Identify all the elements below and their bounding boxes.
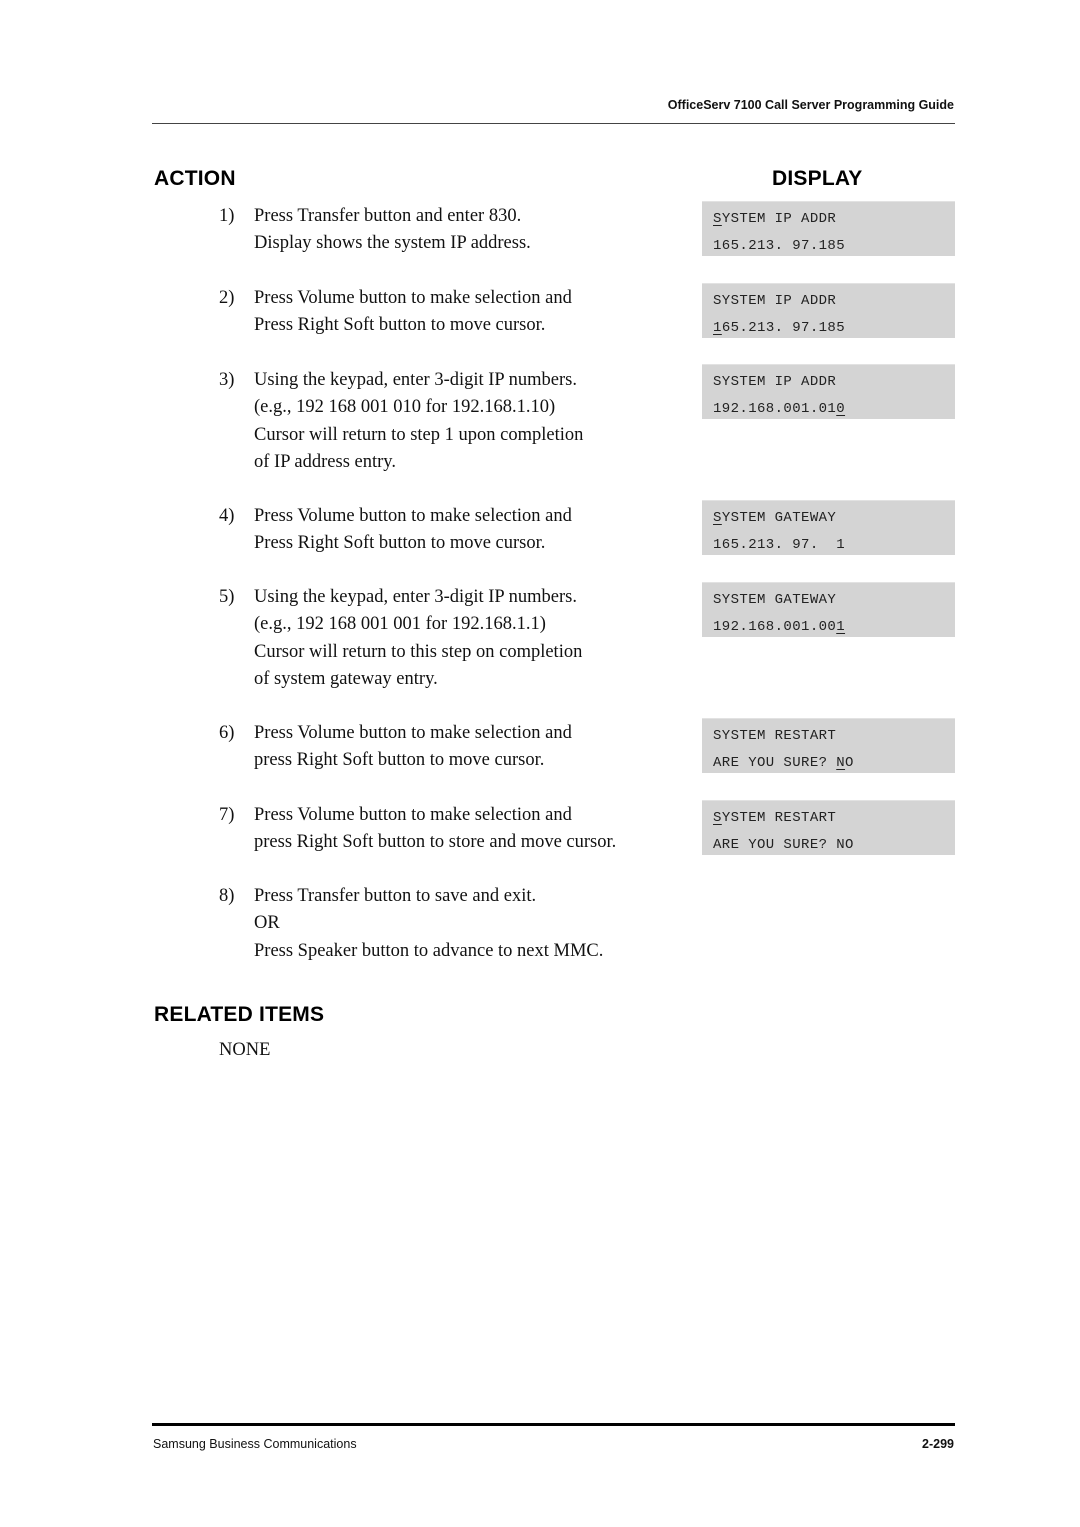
footer-company: Samsung Business Communications [153, 1437, 357, 1451]
cursor-char: S [713, 510, 722, 526]
lcd-row-2: 192.168.001.010 [713, 401, 845, 417]
step-line: press Right Soft button to move cursor. [254, 750, 545, 771]
cursor-char: N [836, 755, 846, 771]
page-number: 2-299 [922, 1437, 954, 1451]
lcd-text: SYSTEM IP ADDR [713, 374, 837, 390]
lcd-text: YSTEM IP ADDR [721, 211, 837, 227]
step-line: Using the keypad, enter 3-digit IP numbe… [254, 370, 578, 390]
lcd-text: SYSTEM RESTART [713, 728, 837, 744]
lcd-row-2: ARE YOU SURE? NO [713, 837, 854, 853]
step-line: Display shows the system IP address. [254, 233, 531, 254]
lcd-text: SYSTEM GATEWAY [713, 592, 837, 608]
lcd-text: SYSTEM IP ADDR [713, 293, 837, 309]
lcd-text: 192.168.001.00 [713, 619, 837, 635]
lcd-row-2: 165.213. 97.185 [713, 320, 845, 336]
step-number: 5) [219, 587, 235, 607]
step-line: of system gateway entry. [254, 668, 438, 689]
step-line: Press Transfer button and enter 830. [254, 206, 522, 226]
lcd-row-2: 165.213. 97. 1 [713, 537, 845, 553]
lcd-row-1: SYSTEM IP ADDR [713, 374, 836, 390]
lcd-row-1: SYSTEM RESTART [713, 810, 836, 826]
lcd-display-5: SYSTEM GATEWAY 192.168.001.001 [702, 582, 955, 637]
lcd-row-2: 165.213. 97.185 [713, 238, 845, 254]
lcd-row-1: SYSTEM GATEWAY [713, 510, 836, 526]
step-line: (e.g., 192 168 001 010 for 192.168.1.10) [254, 397, 556, 418]
action-heading: ACTION [154, 167, 236, 190]
step-line: Press Volume button to make selection an… [254, 288, 572, 308]
lcd-text: 192.168.001.01 [713, 401, 837, 417]
cursor-char: 1 [836, 619, 846, 635]
step-line: Press Volume button to make selection an… [254, 723, 572, 743]
step-line: Using the keypad, enter 3-digit IP numbe… [254, 587, 578, 607]
step-line: press Right Soft button to store and mov… [254, 832, 617, 853]
lcd-text: 165.213. 97.185 [713, 238, 846, 254]
step-number: 3) [219, 370, 235, 390]
step-line: (e.g., 192 168 001 001 for 192.168.1.1) [254, 614, 546, 635]
step-number: 4) [219, 506, 235, 526]
step-line: OR [254, 913, 280, 934]
lcd-text: YSTEM GATEWAY [721, 510, 837, 526]
related-items-heading: RELATED ITEMS [154, 1003, 325, 1026]
step-line: Cursor will return to this step on compl… [254, 641, 583, 662]
step-number: 8) [219, 886, 235, 906]
display-heading: DISPLAY [772, 167, 863, 190]
step-line: Press Right Soft button to move cursor. [254, 533, 546, 554]
footer-rule [152, 1423, 955, 1426]
related-items-value: NONE [219, 1040, 271, 1060]
lcd-row-1: SYSTEM IP ADDR [713, 293, 836, 309]
step-line: Cursor will return to step 1 upon comple… [254, 424, 584, 445]
lcd-row-1: SYSTEM GATEWAY [713, 592, 836, 608]
lcd-display-4: SYSTEM GATEWAY 165.213. 97. 1 [702, 500, 955, 555]
step-line: Press Volume button to make selection an… [254, 506, 572, 526]
step-line: Press Speaker button to advance to next … [254, 940, 604, 961]
step-number: 1) [219, 206, 235, 226]
cursor-char: S [713, 211, 722, 227]
lcd-text: 165.213. 97. 1 [713, 537, 846, 553]
step-number: 7) [219, 805, 235, 825]
lcd-display-7: SYSTEM RESTART ARE YOU SURE? NO [702, 800, 955, 855]
step-line: Press Transfer button to save and exit. [254, 886, 537, 906]
lcd-text: 65.213. 97.185 [721, 320, 846, 336]
lcd-row-2: 192.168.001.001 [713, 619, 845, 635]
lcd-row-1: SYSTEM IP ADDR [713, 211, 836, 227]
step-number: 6) [219, 723, 235, 743]
running-header-title: OfficeServ 7100 Call Server Programming … [667, 98, 954, 112]
lcd-text: YSTEM RESTART [721, 810, 837, 826]
lcd-row-1: SYSTEM RESTART [713, 728, 836, 744]
lcd-display-1: SYSTEM IP ADDR 165.213. 97.185 [702, 201, 955, 256]
step-line: of IP address entry. [254, 451, 396, 472]
step-line: Press Right Soft button to move cursor. [254, 315, 546, 336]
cursor-char: S [713, 810, 722, 826]
lcd-display-3: SYSTEM IP ADDR 192.168.001.010 [702, 364, 955, 419]
lcd-text: O [845, 755, 854, 771]
lcd-text: ARE YOU SURE? [713, 755, 837, 771]
lcd-row-2: ARE YOU SURE? NO [713, 755, 854, 771]
step-number: 2) [219, 288, 235, 308]
lcd-display-2: SYSTEM IP ADDR 165.213. 97.185 [702, 283, 955, 338]
header-rule [152, 123, 955, 124]
step-line: Press Volume button to make selection an… [254, 805, 572, 825]
cursor-char: 0 [836, 401, 846, 417]
lcd-text: ARE YOU SURE? NO [713, 837, 854, 853]
cursor-char: 1 [713, 320, 722, 336]
lcd-display-6: SYSTEM RESTART ARE YOU SURE? NO [702, 718, 955, 773]
